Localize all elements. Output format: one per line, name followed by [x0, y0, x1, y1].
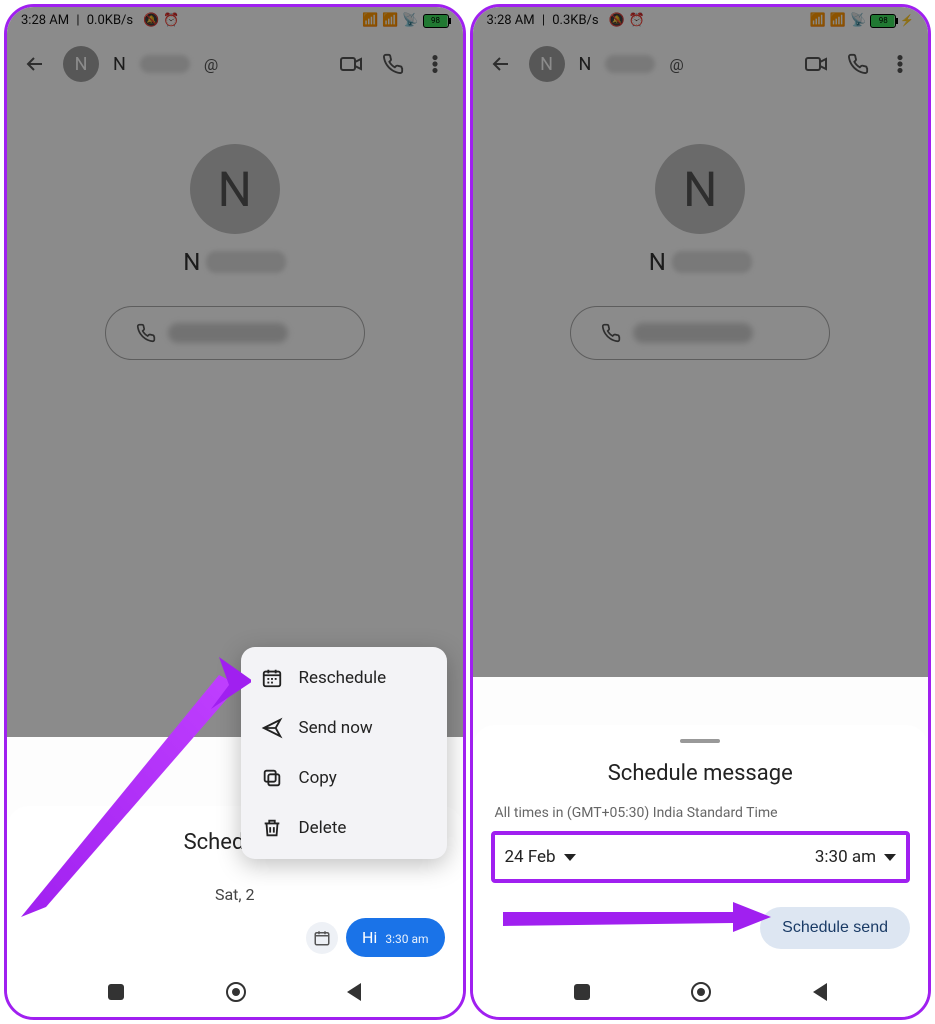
battery-icon: 98: [423, 14, 449, 28]
at-icon: @: [669, 55, 683, 74]
status-net: 0.3KB/s: [552, 13, 598, 28]
message-text: Hi: [362, 928, 377, 947]
avatar-large: N: [190, 144, 280, 234]
menu-send-now[interactable]: Send now: [241, 703, 447, 753]
status-net: 0.0KB/s: [87, 13, 133, 28]
contact-name-blur: [605, 55, 655, 73]
date-selector[interactable]: 24 Feb: [505, 847, 576, 867]
copy-icon: [261, 767, 283, 789]
chevron-down-icon: [884, 854, 896, 861]
trash-icon: [261, 817, 283, 839]
status-bar: 3:28 AM | 0.0KB/s 🔕 ⏰ 📶 📶 📡 98: [7, 7, 463, 34]
signal-icon: 📶: [382, 13, 398, 28]
wifi-icon: 📡: [402, 13, 418, 28]
at-icon: @: [204, 55, 218, 74]
message-bubble[interactable]: Hi 3:30 am: [346, 918, 444, 957]
menu-delete[interactable]: Delete: [241, 803, 447, 853]
back-button[interactable]: [21, 50, 49, 78]
nav-home[interactable]: [691, 982, 711, 1002]
status-time: 3:28 AM: [487, 13, 535, 28]
message-time: 3:30 am: [385, 932, 428, 946]
contact-display: N: [473, 248, 929, 276]
wifi-icon: 📡: [850, 13, 866, 28]
time-selector[interactable]: 3:30 am: [815, 847, 896, 867]
chevron-down-icon: [564, 854, 576, 861]
call-button[interactable]: [844, 50, 872, 78]
phone-icon: [601, 323, 621, 343]
status-bar: 3:28 AM | 0.3KB/s 🔕 ⏰ 📶 📶 📡 98 ⚡: [473, 7, 929, 34]
calendar-icon: [261, 667, 283, 689]
more-button[interactable]: [421, 50, 449, 78]
schedule-sheet: Schedule message All times in (GMT+05:30…: [473, 725, 929, 967]
nav-bar: [7, 967, 463, 1017]
menu-copy[interactable]: Copy: [241, 753, 447, 803]
contact-display: N: [7, 248, 463, 276]
battery-icon: 98: [870, 14, 896, 28]
schedule-indicator-icon[interactable]: [306, 922, 338, 954]
contact-name-blur: [140, 55, 190, 73]
status-time: 3:28 AM: [21, 13, 69, 28]
signal-icon: 📶: [810, 13, 826, 28]
conversation-header: N N @: [7, 34, 463, 94]
back-button[interactable]: [487, 50, 515, 78]
scheduled-date: Sat, 2: [25, 885, 445, 904]
nav-back[interactable]: [813, 983, 827, 1001]
alarm-icon: ⏰: [163, 13, 179, 28]
avatar[interactable]: N: [63, 46, 99, 82]
signal-icon: 📶: [830, 13, 846, 28]
contact-name-prefix: N: [579, 54, 592, 75]
date-time-selectors: 24 Feb 3:30 am: [491, 831, 911, 883]
video-call-button[interactable]: [337, 50, 365, 78]
bell-off-icon: 🔕: [609, 13, 625, 28]
phone-number-pill[interactable]: [105, 306, 365, 360]
charging-icon: ⚡: [900, 14, 914, 27]
phone-icon: [136, 323, 156, 343]
video-call-button[interactable]: [802, 50, 830, 78]
avatar[interactable]: N: [529, 46, 565, 82]
alarm-icon: ⏰: [629, 13, 645, 28]
contact-name-prefix: N: [113, 54, 126, 75]
more-button[interactable]: [886, 50, 914, 78]
send-icon: [261, 717, 283, 739]
nav-back[interactable]: [347, 983, 361, 1001]
nav-bar: [473, 967, 929, 1017]
nav-recent[interactable]: [574, 984, 590, 1000]
phone-number-blur: [633, 323, 753, 343]
phone-left: 3:28 AM | 0.0KB/s 🔕 ⏰ 📶 📶 📡 98 N N @: [4, 4, 466, 1020]
menu-reschedule[interactable]: Reschedule: [241, 653, 447, 703]
avatar-large: N: [655, 144, 745, 234]
conversation-header: N N @: [473, 34, 929, 94]
sheet-title: Schedule message: [491, 761, 911, 786]
call-button[interactable]: [379, 50, 407, 78]
drag-handle[interactable]: [680, 739, 720, 743]
timezone-note: All times in (GMT+05:30) India Standard …: [491, 804, 911, 823]
signal-icon: 📶: [362, 13, 378, 28]
phone-right: 3:28 AM | 0.3KB/s 🔕 ⏰ 📶 📶 📡 98 ⚡ N N @: [470, 4, 932, 1020]
phone-number-blur: [168, 323, 288, 343]
nav-recent[interactable]: [108, 984, 124, 1000]
phone-number-pill[interactable]: [570, 306, 830, 360]
nav-home[interactable]: [226, 982, 246, 1002]
schedule-send-button[interactable]: Schedule send: [760, 907, 910, 949]
context-menu: Reschedule Send now Copy Delete: [241, 647, 447, 859]
bell-off-icon: 🔕: [143, 13, 159, 28]
